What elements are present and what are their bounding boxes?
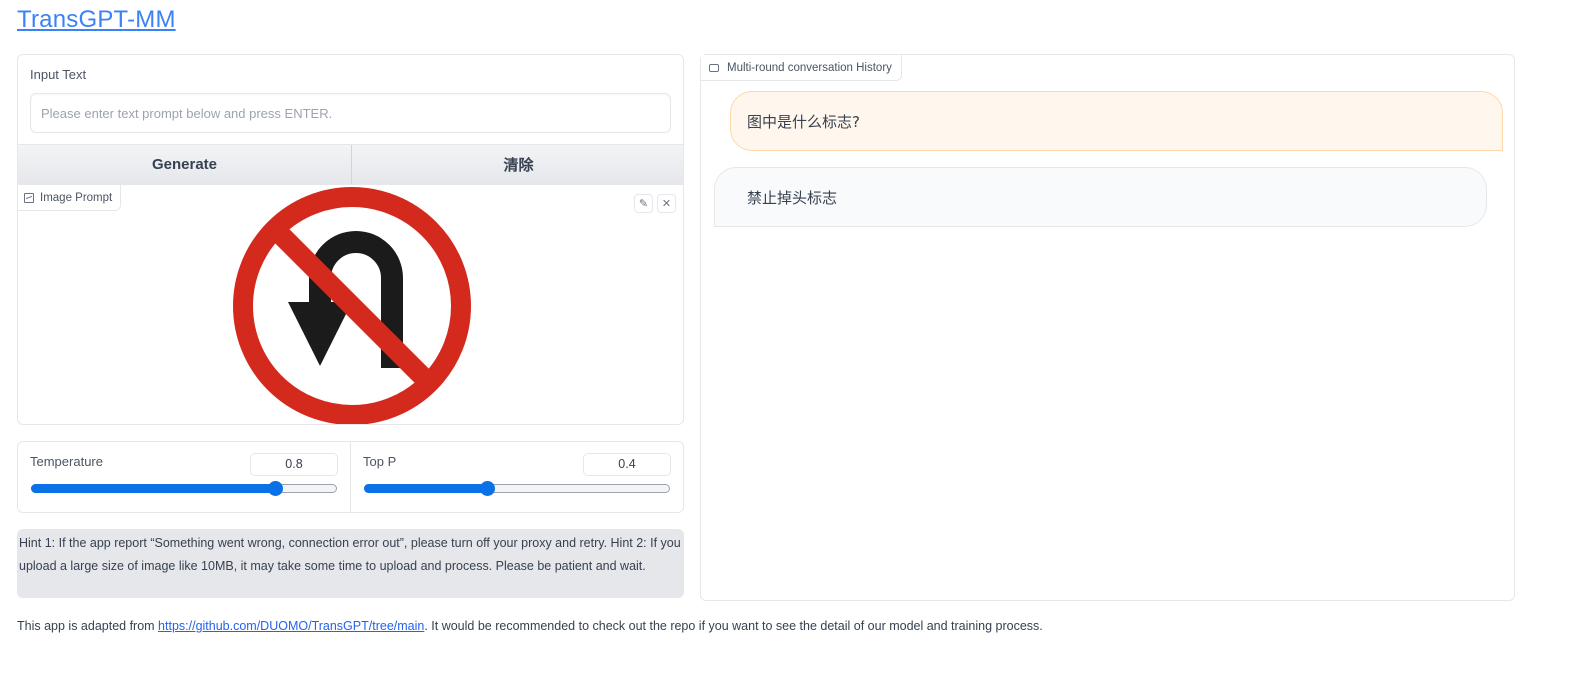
- top-p-slider-block: Top P 0.4: [350, 442, 683, 512]
- chat-history-panel: Multi-round conversation History 图中是什么标志…: [700, 54, 1515, 601]
- top-p-slider-fill: [364, 484, 486, 493]
- temperature-slider[interactable]: [31, 481, 337, 496]
- no-u-turn-sign-image: [233, 187, 471, 424]
- generate-button[interactable]: Generate: [18, 145, 351, 184]
- chat-icon: [709, 63, 719, 72]
- image-tools: ✎ ✕: [634, 194, 676, 213]
- app-title[interactable]: TransGPT-MM: [17, 6, 176, 34]
- top-p-value-input[interactable]: 0.4: [583, 453, 671, 476]
- close-icon[interactable]: ✕: [657, 194, 676, 213]
- input-text-label: Input Text: [30, 67, 87, 82]
- chat-history-tag: Multi-round conversation History: [701, 55, 902, 81]
- image-prompt-area[interactable]: Image Prompt ✎ ✕: [18, 185, 683, 424]
- top-p-slider-thumb[interactable]: [479, 481, 495, 496]
- footer-suffix: . It would be recommended to check out t…: [424, 619, 1043, 633]
- edit-icon[interactable]: ✎: [634, 194, 653, 213]
- image-prompt-label: Image Prompt: [40, 191, 113, 204]
- input-panel: Input Text Generate 清除 Image Prompt ✎ ✕: [17, 54, 684, 425]
- user-message: 图中是什么标志?: [730, 91, 1503, 151]
- button-row: Generate 清除: [18, 144, 683, 185]
- bot-message: 禁止掉头标志: [714, 167, 1487, 227]
- image-prompt-tag: Image Prompt: [18, 185, 122, 211]
- temperature-value-input[interactable]: 0.8: [250, 453, 338, 476]
- clear-button[interactable]: 清除: [351, 145, 683, 184]
- temperature-slider-fill: [31, 484, 275, 493]
- footer: This app is adapted from https://github.…: [17, 619, 1043, 633]
- temperature-slider-thumb[interactable]: [268, 481, 284, 496]
- hint-text: Hint 1: If the app report “Something wen…: [17, 529, 684, 598]
- temperature-label: Temperature: [30, 454, 103, 469]
- footer-prefix: This app is adapted from: [17, 619, 159, 633]
- image-icon: [24, 192, 34, 203]
- repo-link[interactable]: https://github.com/DUOMO/TransGPT/tree/m…: [158, 619, 424, 633]
- top-p-label: Top P: [363, 454, 397, 469]
- temperature-slider-block: Temperature 0.8: [18, 442, 350, 512]
- chat-history-label: Multi-round conversation History: [727, 61, 892, 74]
- slider-panel: Temperature 0.8 Top P 0.4: [17, 441, 684, 513]
- top-p-slider[interactable]: [364, 481, 670, 496]
- text-prompt-input[interactable]: [30, 93, 671, 133]
